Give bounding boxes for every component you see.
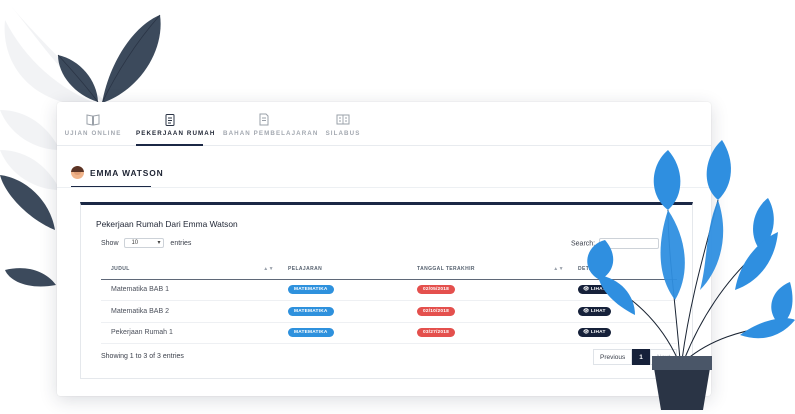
potted-plant-decoration (587, 140, 795, 410)
stage: UJIAN ONLINE PEKERJAAN RUMAH BAHAN PEMBE… (0, 0, 795, 414)
